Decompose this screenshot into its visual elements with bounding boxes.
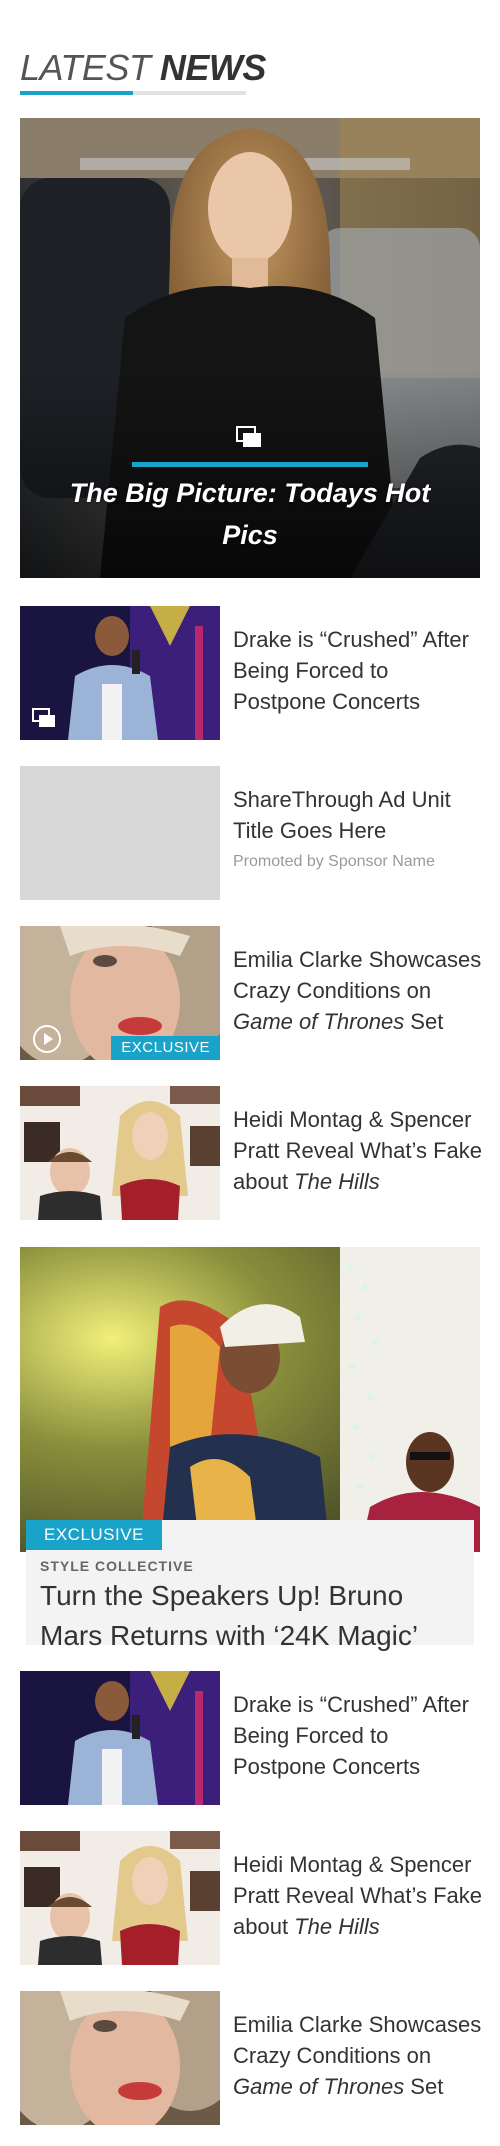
feature-photo-wrap[interactable] (20, 1247, 480, 1552)
heidi-spencer-photo (20, 1086, 220, 1220)
feature-title[interactable]: Turn the Speakers Up! Bruno Mars Returns… (40, 1576, 460, 1656)
list-item[interactable]: EXCLUSIVE Emilia Clarke Showcases Crazy … (20, 926, 483, 1060)
header-underline (20, 91, 246, 95)
sponsor-label: Promoted by Sponsor Name (233, 853, 435, 870)
item-text: Heidi Montag & Spencer Pratt Reveal What… (233, 1104, 483, 1197)
exclusive-badge: EXCLUSIVE (111, 1036, 220, 1060)
item-title-italic: The Hills (294, 1169, 380, 1194)
item-title[interactable]: Heidi Montag & Spencer Pratt Reveal What… (233, 1104, 483, 1197)
ad-placeholder-image[interactable] (20, 766, 220, 900)
item-title-italic: Game of Thrones (233, 1009, 405, 1034)
item-title-text: Emilia Clarke Showcases Crazy Conditions… (233, 2012, 482, 2068)
thumbnail[interactable] (20, 1831, 220, 1965)
list-item[interactable]: Emilia Clarke Showcases Crazy Conditions… (20, 1991, 483, 2125)
item-title[interactable]: Emilia Clarke Showcases Crazy Conditions… (233, 2009, 483, 2102)
section-header: LATEST NEWS (20, 46, 266, 102)
list-item[interactable]: Heidi Montag & Spencer Pratt Reveal What… (20, 1831, 483, 1965)
item-title-text: Emilia Clarke Showcases Crazy Conditions… (233, 947, 482, 1003)
list-item[interactable]: Heidi Montag & Spencer Pratt Reveal What… (20, 1086, 483, 1220)
item-title[interactable]: Drake is “Crushed” After Being Forced to… (233, 1689, 483, 1782)
item-text: Emilia Clarke Showcases Crazy Conditions… (233, 944, 483, 1037)
item-title-suffix: Set (404, 2074, 444, 2099)
thumbnail[interactable] (20, 1671, 220, 1805)
featured-story[interactable]: EXCLUSIVE STYLE COLLECTIVE Turn the Spea… (20, 1247, 480, 1651)
list-item[interactable]: Drake is “Crushed” After Being Forced to… (20, 1671, 480, 1805)
exclusive-badge: EXCLUSIVE (26, 1520, 162, 1550)
item-title[interactable]: Emilia Clarke Showcases Crazy Conditions… (233, 944, 483, 1037)
item-text: Drake is “Crushed” After Being Forced to… (233, 624, 483, 717)
list-item[interactable]: Drake is “Crushed” After Being Forced to… (20, 606, 480, 740)
heidi-spencer-photo (20, 1831, 220, 1965)
feature-kicker[interactable]: STYLE COLLECTIVE (40, 1558, 194, 1574)
item-title-italic: The Hills (294, 1914, 380, 1939)
play-icon[interactable] (32, 1024, 62, 1054)
section-title-bold: NEWS (159, 47, 267, 88)
item-text: Heidi Montag & Spencer Pratt Reveal What… (233, 1849, 483, 1942)
item-text: Drake is “Crushed” After Being Forced to… (233, 1689, 483, 1782)
emilia-photo (20, 1991, 220, 2125)
gallery-icon (236, 426, 261, 447)
item-text: ShareThrough Ad Unit Title Goes Here Pro… (233, 784, 483, 872)
drake-photo (20, 1671, 220, 1805)
header-underline-accent (20, 91, 133, 95)
feature-card[interactable]: EXCLUSIVE STYLE COLLECTIVE Turn the Spea… (26, 1520, 474, 1651)
sponsored-item[interactable]: ShareThrough Ad Unit Title Goes Here Pro… (20, 766, 480, 900)
gallery-icon (32, 708, 55, 727)
item-text: Emilia Clarke Showcases Crazy Conditions… (233, 2009, 483, 2102)
thumbnail[interactable] (20, 606, 220, 740)
section-title-light: LATEST (20, 47, 151, 88)
bruno-mars-photo (20, 1247, 480, 1552)
hero-accent-bar (132, 462, 368, 467)
latest-news-page: LATEST NEWS The Big Picture: Todays Hot … (0, 0, 500, 2146)
item-title-suffix: Set (404, 1009, 444, 1034)
thumbnail[interactable]: EXCLUSIVE (20, 926, 220, 1060)
ad-title[interactable]: ShareThrough Ad Unit Title Goes Here (233, 784, 483, 846)
thumbnail[interactable] (20, 1991, 220, 2125)
item-title[interactable]: Heidi Montag & Spencer Pratt Reveal What… (233, 1849, 483, 1942)
hero-story[interactable]: The Big Picture: Todays Hot Pics (20, 118, 480, 578)
item-title[interactable]: Drake is “Crushed” After Being Forced to… (233, 624, 483, 717)
item-title-italic: Game of Thrones (233, 2074, 405, 2099)
hero-title[interactable]: The Big Picture: Todays Hot Pics (60, 472, 440, 556)
section-title: LATEST NEWS (20, 46, 266, 90)
thumbnail[interactable] (20, 1086, 220, 1220)
